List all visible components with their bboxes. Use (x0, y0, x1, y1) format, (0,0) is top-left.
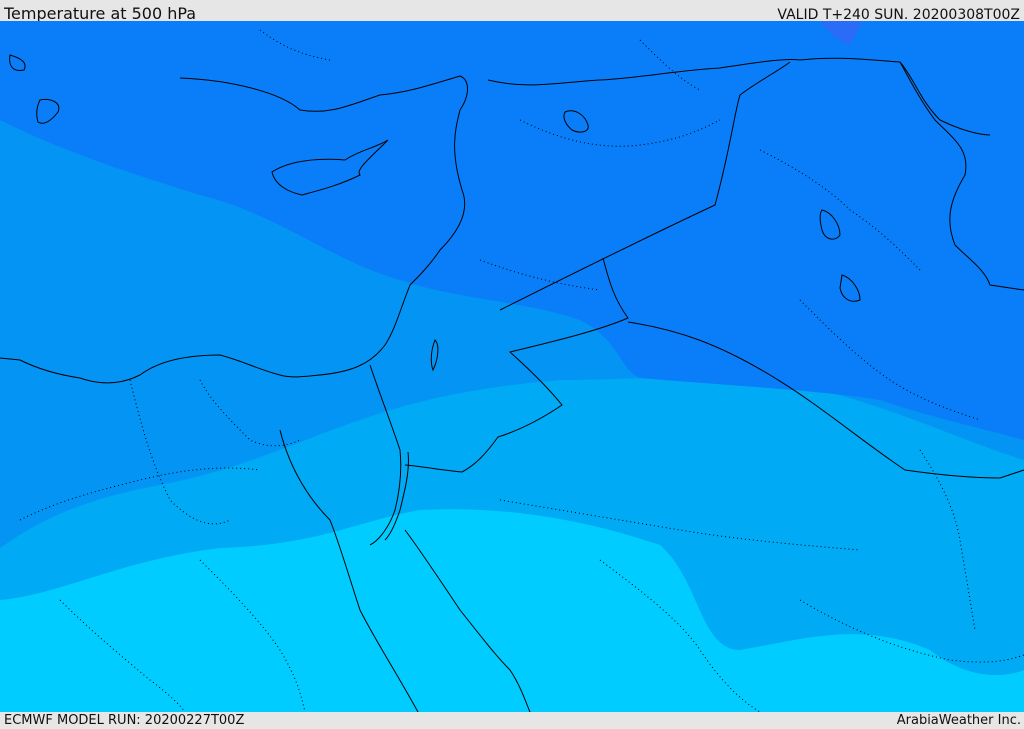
credit-text: ArabiaWeather Inc. (896, 713, 1021, 728)
map-canvas (0, 21, 1024, 712)
model-run: ECMWF MODEL RUN: 20200227T00Z (4, 713, 245, 728)
footer-bar: ECMWF MODEL RUN: 20200227T00Z ArabiaWeat… (0, 712, 1024, 729)
weather-map[interactable] (0, 21, 1024, 712)
header-bar: Temperature at 500 hPa VALID T+240 SUN. … (0, 0, 1024, 23)
